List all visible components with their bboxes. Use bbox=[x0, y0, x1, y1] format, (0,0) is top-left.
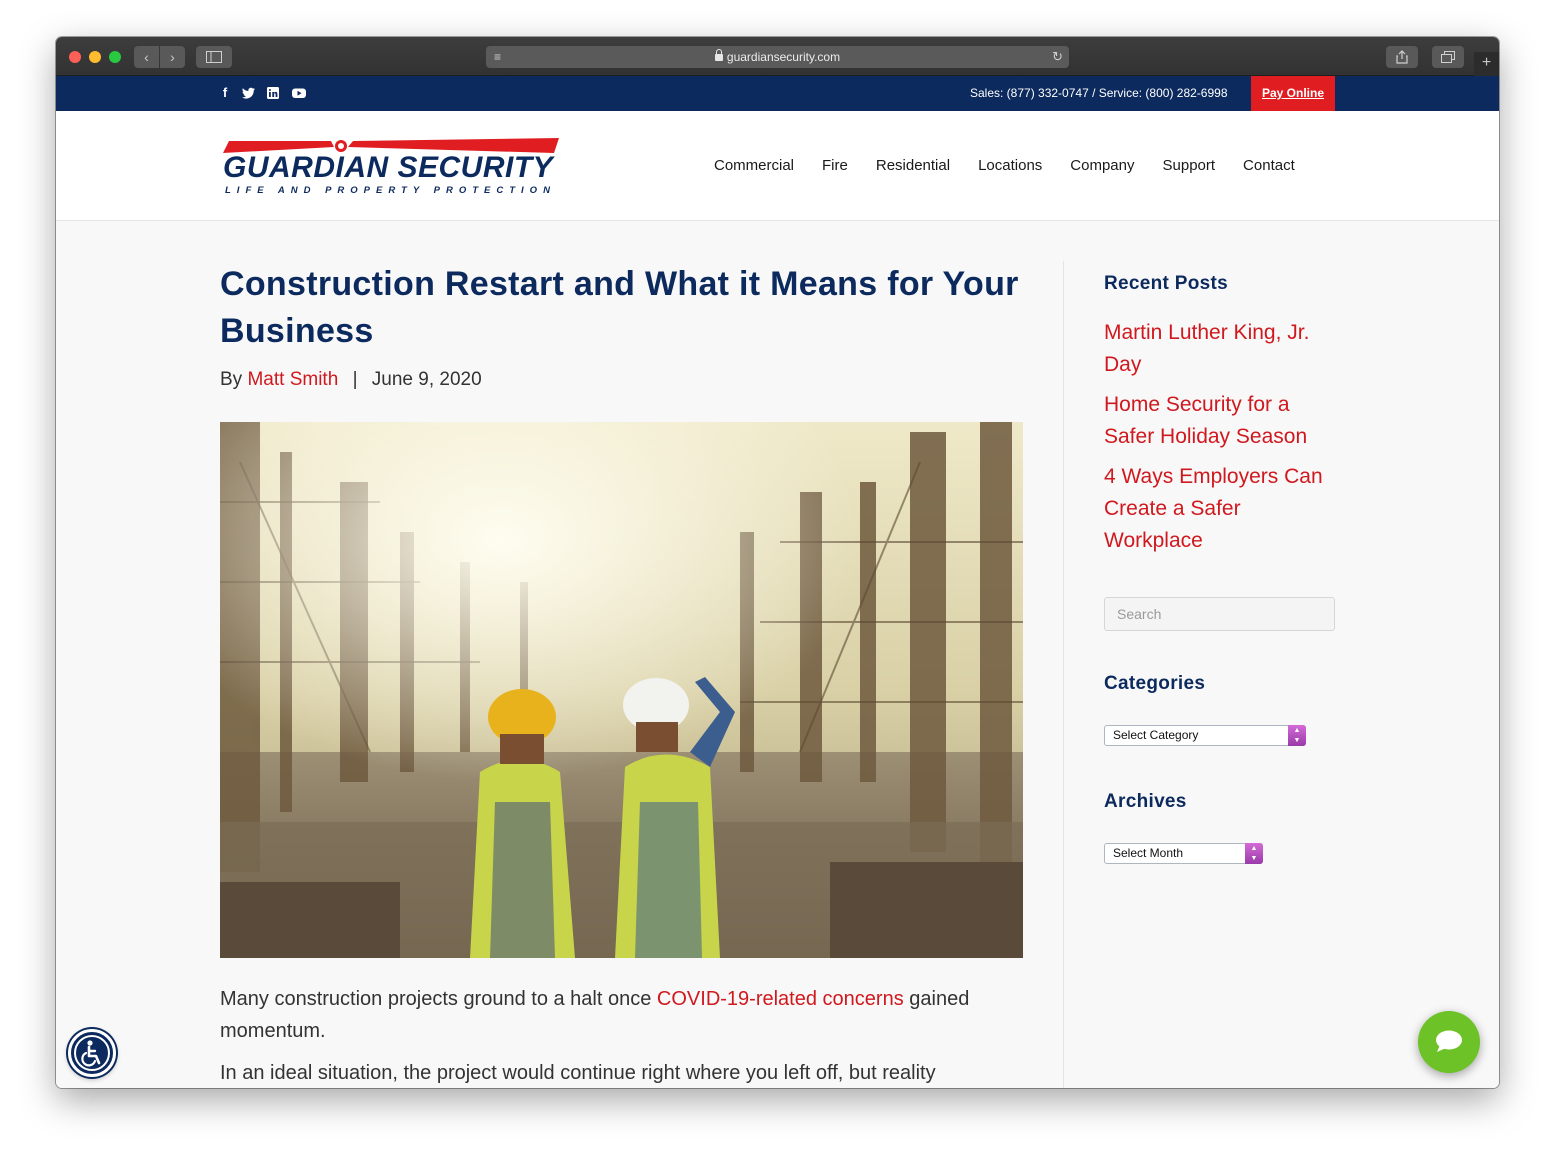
article-title: Construction Restart and What it Means f… bbox=[220, 265, 1019, 350]
reload-icon[interactable]: ↻ bbox=[1052, 46, 1063, 68]
chat-icon bbox=[1436, 1030, 1462, 1052]
nav-residential[interactable]: Residential bbox=[876, 156, 950, 176]
browser-window: ‹ › ≡ guardiansecurity.com ↻ + f Sales: … bbox=[56, 37, 1499, 1088]
nav-contact[interactable]: Contact bbox=[1243, 156, 1295, 176]
nav-commercial[interactable]: Commercial bbox=[714, 156, 794, 176]
by-label: By bbox=[220, 369, 243, 390]
address-bar[interactable]: ≡ guardiansecurity.com ↻ bbox=[486, 46, 1069, 68]
accessibility-button[interactable] bbox=[68, 1029, 116, 1077]
reader-icon[interactable]: ≡ bbox=[494, 46, 501, 68]
author-link[interactable]: Matt Smith bbox=[247, 369, 338, 390]
page-content: Construction Restart and What it Means f… bbox=[56, 221, 1499, 1088]
recent-post-link[interactable]: Martin Luther King, Jr. Day bbox=[1104, 317, 1339, 381]
search-input[interactable] bbox=[1104, 597, 1335, 631]
archives-select[interactable]: Select Month ▲ ▼ bbox=[1104, 843, 1263, 864]
share-button[interactable] bbox=[1386, 46, 1418, 68]
browser-toolbar: ‹ › ≡ guardiansecurity.com ↻ + bbox=[56, 37, 1499, 76]
nav-fire[interactable]: Fire bbox=[822, 156, 848, 176]
main-nav: Commercial Fire Residential Locations Co… bbox=[714, 156, 1295, 176]
categories-title: Categories bbox=[1104, 673, 1206, 694]
archives-selected-value: Select Month bbox=[1113, 846, 1184, 860]
recent-post-link[interactable]: Home Security for a Safer Holiday Season bbox=[1104, 389, 1339, 453]
forward-icon: › bbox=[170, 49, 175, 65]
site-logo[interactable]: GUARDIAN SECURITY LIFE AND PROPERTY PROT… bbox=[221, 137, 561, 197]
tabs-icon bbox=[1441, 51, 1455, 63]
recent-posts-list: Martin Luther King, Jr. Day Home Securit… bbox=[1104, 317, 1339, 565]
new-tab-icon: + bbox=[1481, 54, 1492, 71]
pay-online-button[interactable]: Pay Online bbox=[1251, 76, 1335, 111]
meta-separator: | bbox=[352, 369, 358, 390]
chat-button[interactable] bbox=[1418, 1011, 1480, 1073]
sidebar-icon bbox=[206, 51, 222, 63]
youtube-icon[interactable] bbox=[291, 86, 307, 100]
article-date: June 9, 2020 bbox=[371, 369, 482, 390]
minimize-window-button[interactable] bbox=[89, 51, 101, 63]
covid-concerns-link[interactable]: COVID-19-related concerns bbox=[657, 988, 904, 1010]
facebook-icon[interactable]: f bbox=[218, 86, 232, 100]
twitter-icon[interactable] bbox=[242, 86, 256, 100]
logo-name: GUARDIAN SECURITY bbox=[223, 151, 554, 184]
utility-bar: f Sales: (877) 332-0747 / Service: (800)… bbox=[56, 76, 1499, 111]
sidebar-button[interactable] bbox=[196, 46, 232, 68]
nav-locations[interactable]: Locations bbox=[978, 156, 1042, 176]
recent-post-link[interactable]: 4 Ways Employers Can Create a Safer Work… bbox=[1104, 461, 1339, 557]
sidebar-divider bbox=[1063, 261, 1064, 1088]
select-arrows-icon: ▲ ▼ bbox=[1288, 725, 1306, 746]
archives-title: Archives bbox=[1104, 791, 1187, 812]
maximize-window-button[interactable] bbox=[109, 51, 121, 63]
back-button[interactable]: ‹ bbox=[134, 46, 159, 68]
article-hero-image bbox=[220, 422, 1023, 958]
lock-icon bbox=[714, 49, 723, 61]
forward-button[interactable]: › bbox=[160, 46, 185, 68]
article-paragraph: Many construction projects ground to a h… bbox=[220, 983, 1020, 1047]
nav-support[interactable]: Support bbox=[1163, 156, 1216, 176]
paragraph-text: Many construction projects ground to a h… bbox=[220, 988, 657, 1010]
tabs-button[interactable] bbox=[1432, 46, 1464, 68]
accessibility-icon bbox=[74, 1035, 110, 1071]
select-arrows-icon: ▲ ▼ bbox=[1245, 843, 1263, 864]
logo-tagline: LIFE AND PROPERTY PROTECTION bbox=[225, 185, 556, 196]
close-window-button[interactable] bbox=[69, 51, 81, 63]
back-icon: ‹ bbox=[144, 49, 149, 65]
phone-numbers: Sales: (877) 332-0747 / Service: (800) 2… bbox=[970, 86, 1228, 100]
article-paragraph: In an ideal situation, the project would… bbox=[220, 1062, 936, 1084]
new-tab-button[interactable]: + bbox=[1474, 52, 1499, 76]
url-text: guardiansecurity.com bbox=[726, 50, 841, 64]
categories-selected-value: Select Category bbox=[1113, 728, 1199, 742]
nav-company[interactable]: Company bbox=[1070, 156, 1134, 176]
share-icon bbox=[1396, 50, 1408, 64]
article-meta: By Matt Smith | June 9, 2020 bbox=[220, 367, 482, 393]
categories-select[interactable]: Select Category ▲ ▼ bbox=[1104, 725, 1306, 746]
site-header: GUARDIAN SECURITY LIFE AND PROPERTY PROT… bbox=[56, 111, 1499, 221]
recent-posts-title: Recent Posts bbox=[1104, 273, 1228, 294]
linkedin-icon[interactable] bbox=[266, 86, 280, 100]
